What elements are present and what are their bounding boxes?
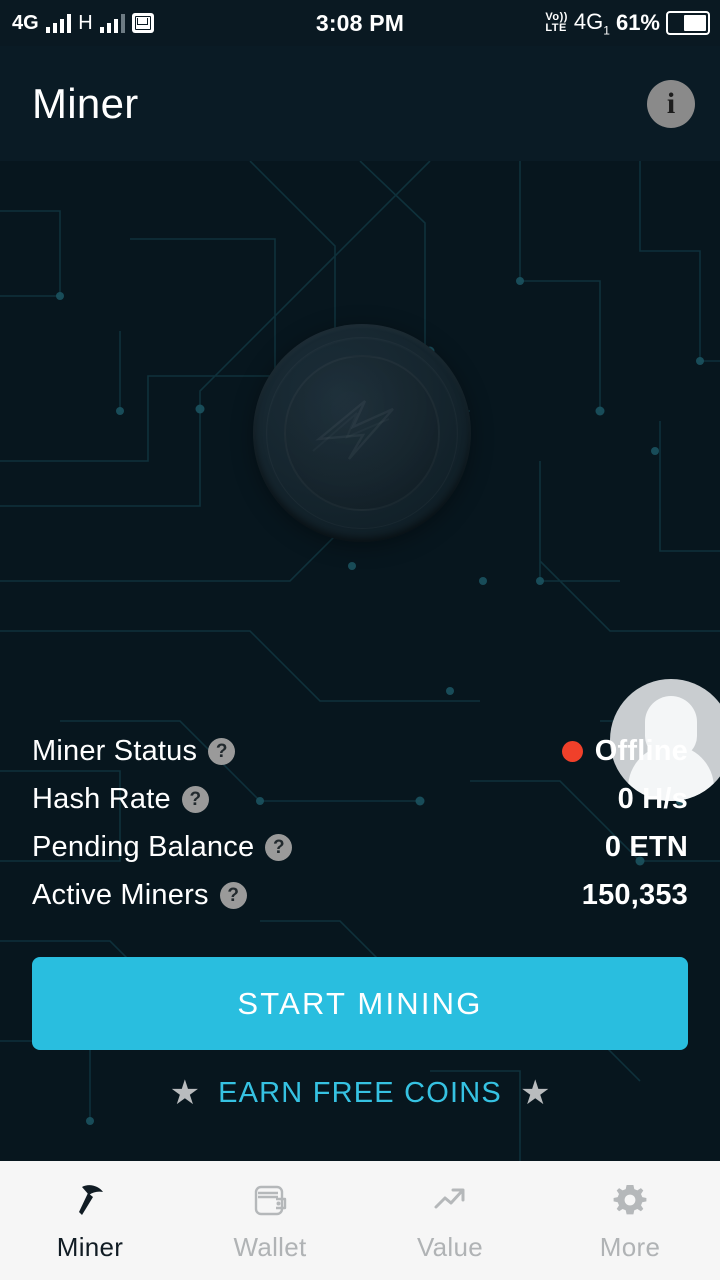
app-screen: 4G H 3:08 PM Vo)) LTE 4G1 61% Miner i [0,0,720,1280]
stat-label: Pending Balance [32,831,254,864]
info-icon[interactable]: i [647,80,695,128]
battery-icon [666,11,710,35]
stat-label: Hash Rate [32,783,171,816]
electroneum-bolt-icon [307,395,417,471]
gear-icon [609,1178,651,1222]
stat-value: 0 ETN [605,831,688,864]
nav-label-more: More [600,1232,660,1263]
volte-bottom-label: LTE [545,23,568,34]
help-icon[interactable]: ? [265,834,292,861]
stat-value-text: 150,353 [582,879,688,912]
status-badge-dot [562,741,583,762]
stat-value-text: 0 ETN [605,831,688,864]
sim2-network-label: 4G1 [574,9,610,37]
nav-item-wallet[interactable]: Wallet [180,1161,360,1280]
wallet-icon [249,1178,291,1222]
nav-label-miner: Miner [57,1232,124,1263]
stat-value: 0 H/s [618,783,688,816]
stat-value-text: 0 H/s [618,783,688,816]
star-icon-left: ★ [170,1076,200,1110]
stat-row-active-miners: Active Miners ? 150,353 [0,871,720,919]
nav-label-wallet: Wallet [233,1232,306,1263]
page-title: Miner [32,80,139,128]
status-bar-right: Vo)) LTE 4G1 61% [545,9,710,37]
help-icon[interactable]: ? [182,786,209,813]
stat-value: 150,353 [582,879,688,912]
stat-value: Offline [562,735,688,768]
stat-value-text: Offline [595,735,688,768]
earn-free-coins-link[interactable]: ★ EARN FREE COINS ★ [0,1076,720,1110]
stat-row-hash-rate: Hash Rate ? 0 H/s [0,775,720,823]
stat-label: Miner Status [32,735,197,768]
help-icon[interactable]: ? [220,882,247,909]
nav-item-more[interactable]: More [540,1161,720,1280]
nav-item-value[interactable]: Value [360,1161,540,1280]
app-bar: Miner i [0,46,720,161]
battery-percent-label: 61% [616,10,660,36]
miner-stats-list: Miner Status ? Offline Hash Rate ? 0 H/s… [0,727,720,919]
stat-row-miner-status: Miner Status ? Offline [0,727,720,775]
electroneum-coin-logo [253,324,471,542]
volte-icon: Vo)) LTE [545,12,568,34]
stat-row-pending-balance: Pending Balance ? 0 ETN [0,823,720,871]
nav-label-value: Value [417,1232,483,1263]
bottom-navigation-bar: Miner Wallet Value [0,1161,720,1280]
start-mining-button[interactable]: START MINING [32,957,688,1050]
stat-label: Active Miners [32,879,209,912]
star-icon-right: ★ [520,1076,550,1110]
pickaxe-icon [69,1178,111,1222]
nav-item-miner[interactable]: Miner [0,1161,180,1280]
trend-up-icon [429,1178,471,1222]
help-icon[interactable]: ? [208,738,235,765]
info-glyph: i [667,89,675,119]
earn-free-coins-label: EARN FREE COINS [218,1077,502,1110]
status-bar: 4G H 3:08 PM Vo)) LTE 4G1 61% [0,0,720,46]
